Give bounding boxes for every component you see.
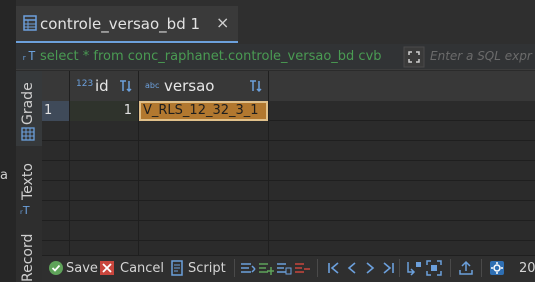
column-divider [268, 71, 269, 255]
delete-row-icon[interactable] [294, 260, 310, 276]
script-button[interactable]: Script [188, 260, 226, 277]
column-name-versao: versao [164, 77, 215, 95]
left-edge-strip [0, 0, 16, 282]
filter-input[interactable]: Enter a SQL expr [430, 48, 532, 65]
toolbar-separator [317, 259, 318, 277]
text-icon: ᵣT [20, 204, 30, 217]
table-row [42, 121, 535, 141]
table-row [42, 161, 535, 181]
settings-icon[interactable] [489, 260, 505, 276]
rownum-header [42, 71, 70, 101]
column-divider [69, 71, 70, 255]
first-page-icon[interactable] [326, 260, 342, 276]
cancel-icon [100, 261, 114, 275]
numeric-type-icon: 123 [76, 79, 94, 89]
fetch-all-icon[interactable] [426, 260, 442, 276]
sql-text-icon: ᵣT [21, 49, 36, 63]
save-check-icon [49, 261, 63, 275]
last-page-icon[interactable] [380, 260, 396, 276]
sort-icon[interactable] [119, 79, 133, 93]
copy-row-icon[interactable] [276, 260, 292, 276]
next-page-icon[interactable] [362, 260, 378, 276]
toolbar-separator [481, 259, 482, 277]
tab-texto-label[interactable]: Texto [20, 163, 36, 200]
export-icon[interactable] [458, 260, 474, 276]
toolbar-separator [399, 259, 400, 277]
cell-versao-value: V_RLS_12_32_3_1 [143, 103, 259, 118]
cancel-button[interactable]: Cancel [120, 260, 164, 277]
tab-record-label[interactable]: Record [20, 234, 36, 282]
save-button[interactable]: Save [66, 260, 98, 277]
add-row-icon[interactable] [258, 260, 274, 276]
previous-page-icon[interactable] [344, 260, 360, 276]
grid-icon [21, 127, 35, 141]
close-icon[interactable]: × [216, 12, 229, 34]
fetch-page-icon[interactable] [406, 260, 422, 276]
table-row [42, 141, 535, 161]
edit-row-icon[interactable] [240, 260, 256, 276]
page-size-value[interactable]: 20 [519, 260, 535, 277]
panel-edge-text: a [0, 168, 8, 183]
toolbar-separator [450, 259, 451, 277]
table-row [42, 201, 535, 221]
toolbar-separator [234, 259, 235, 277]
tab-title: controle_versao_bd 1 [40, 15, 201, 33]
expand-query-icon[interactable] [403, 46, 425, 68]
text-type-icon: abc [145, 81, 160, 90]
sort-icon[interactable] [249, 79, 263, 93]
column-name-id: id [95, 77, 109, 95]
table-icon [23, 15, 37, 31]
script-icon [171, 260, 183, 276]
column-divider [138, 71, 139, 255]
cell-id-value: 1 [123, 103, 132, 118]
table-row [42, 181, 535, 201]
table-row [42, 221, 535, 241]
query-text[interactable]: select * from conc_raphanet.controle_ver… [40, 48, 382, 65]
tab-grade-label: Grade [20, 82, 36, 125]
row-number: 1 [44, 103, 53, 118]
